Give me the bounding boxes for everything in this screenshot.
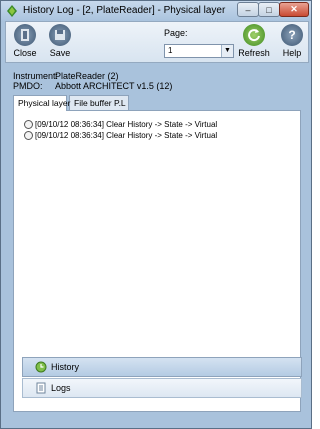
log-panel: [09/10/12 08:36:34] Clear History -> Sta… [13, 110, 302, 412]
close-button[interactable]: Close [9, 24, 41, 62]
radio-button[interactable] [24, 120, 33, 129]
history-log-window: History Log - [2, PlateReader] - Physica… [0, 0, 312, 429]
tab-file-buffer[interactable]: File buffer P.L [69, 95, 129, 110]
help-button[interactable]: ? Help [276, 24, 308, 62]
pmdo-label: PMDO: [13, 81, 43, 91]
save-button[interactable]: Save [44, 24, 76, 62]
log-entry-text: [09/10/12 08:36:34] Clear History -> Sta… [35, 131, 218, 140]
nav-history[interactable]: History [22, 357, 302, 377]
logs-document-icon [36, 382, 46, 394]
pmdo-value: Abbott ARCHITECT v1.5 (12) [55, 81, 173, 91]
chevron-down-icon[interactable]: ▼ [221, 45, 233, 57]
toolbar: Close Save Page: 1 ▼ Refresh ? Help [5, 21, 309, 63]
list-item[interactable]: [09/10/12 08:36:34] Clear History -> Sta… [24, 130, 217, 141]
radio-button[interactable] [24, 131, 33, 140]
refresh-button-label: Refresh [238, 48, 270, 58]
refresh-button[interactable]: Refresh [238, 24, 270, 62]
maximize-button[interactable]: □ [258, 2, 280, 17]
nav-logs-label: Logs [51, 383, 71, 393]
help-icon: ? [281, 24, 303, 46]
window-title: History Log - [2, PlateReader] - Physica… [23, 5, 226, 16]
instrument-label: Instrument: [13, 71, 59, 81]
list-item[interactable]: [09/10/12 08:36:34] Clear History -> Sta… [24, 119, 217, 130]
title-bar[interactable]: History Log - [2, PlateReader] - Physica… [1, 1, 311, 21]
page-select[interactable]: 1 ▼ [164, 44, 234, 58]
save-button-label: Save [49, 48, 71, 58]
close-door-icon [14, 24, 36, 46]
minimize-button[interactable]: – [237, 2, 259, 17]
page-select-value: 1 [168, 46, 173, 55]
close-window-button[interactable]: ✕ [279, 2, 309, 17]
help-button-label: Help [282, 48, 302, 58]
app-icon [7, 5, 17, 17]
refresh-icon [243, 24, 265, 46]
minimize-icon: – [245, 4, 251, 15]
close-icon: ✕ [290, 4, 298, 14]
pmdo-row: PMDO: Abbott ARCHITECT v1.5 (12) [13, 81, 172, 91]
maximize-icon: □ [266, 4, 272, 15]
close-button-label: Close [13, 48, 37, 58]
nav-history-label: History [51, 362, 80, 372]
instrument-row: Instrument: PlateReader (2) [13, 71, 119, 81]
page-label: Page: [164, 28, 188, 38]
instrument-value: PlateReader (2) [55, 71, 119, 81]
tab-physical-layer[interactable]: Physical layer [13, 95, 70, 111]
nav-logs[interactable]: Logs [22, 378, 302, 398]
log-list: [09/10/12 08:36:34] Clear History -> Sta… [24, 119, 217, 141]
log-entry-text: [09/10/12 08:36:34] Clear History -> Sta… [35, 120, 218, 129]
save-disk-icon [49, 24, 71, 46]
history-icon [35, 361, 47, 373]
